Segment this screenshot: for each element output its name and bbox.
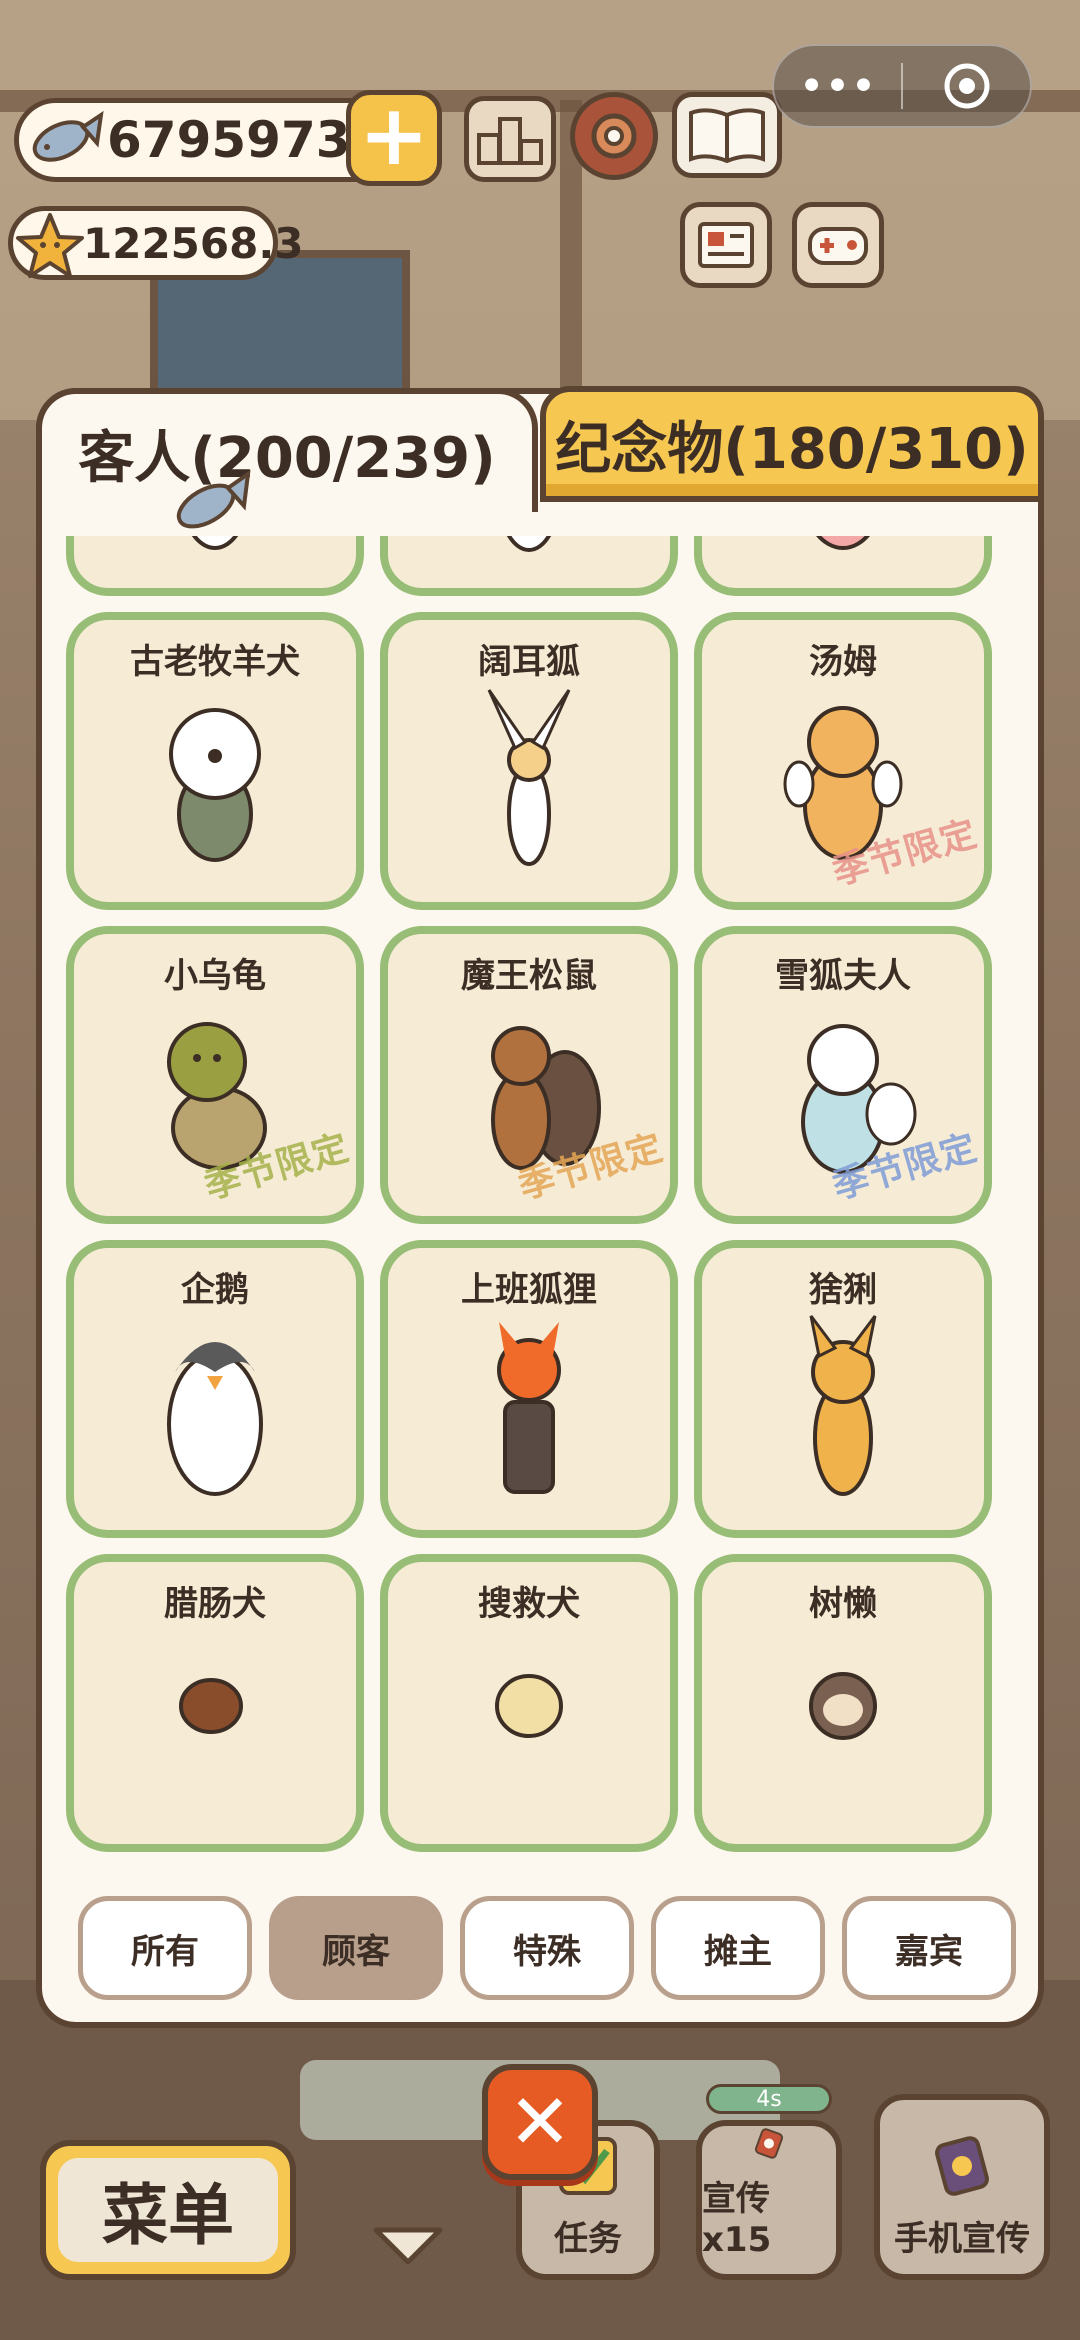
filter-button[interactable]: 所有 bbox=[78, 1896, 252, 2000]
tab-guests[interactable]: 客人(200/239) bbox=[36, 388, 538, 512]
filter-button[interactable]: 特殊 bbox=[460, 1896, 634, 2000]
phone-promo-label: 手机宣传 bbox=[894, 2219, 1030, 2259]
fish-icon bbox=[176, 470, 251, 529]
guest-card[interactable]: 小乌龟 季节限定 bbox=[66, 926, 364, 1224]
guidebook-button[interactable] bbox=[672, 92, 782, 178]
guest-name: 企鹅 bbox=[181, 1270, 249, 1310]
guest-name: 树懒 bbox=[809, 1584, 877, 1624]
star-currency-counter: 122568.3 bbox=[8, 206, 304, 280]
guest-portrait bbox=[169, 708, 261, 862]
guest-name: 上班狐狸 bbox=[461, 1270, 597, 1310]
guest-card[interactable]: 三花柯基 bbox=[380, 536, 678, 596]
close-icon: ✕ bbox=[508, 2077, 572, 2166]
close-panel-button[interactable]: ✕ bbox=[482, 2064, 598, 2180]
more-dots-icon: ••• bbox=[798, 60, 877, 112]
guest-card[interactable]: 阔耳狐 bbox=[380, 612, 678, 910]
guest-name: 搜救犬 bbox=[478, 1584, 580, 1624]
guest-card[interactable]: 企鹅 bbox=[66, 1240, 364, 1538]
guest-portrait bbox=[167, 1342, 263, 1496]
newspaper-icon bbox=[698, 222, 754, 268]
promo-timer: 4s bbox=[706, 2084, 832, 2114]
guest-portrait bbox=[506, 536, 552, 552]
phone-promo-icon bbox=[935, 2136, 989, 2196]
guest-name: 汤姆 bbox=[809, 642, 877, 682]
fish-count: 6795973 bbox=[107, 111, 351, 169]
guest-portrait bbox=[495, 1674, 563, 1738]
tab-guests-label: 客人(200/239) bbox=[78, 425, 496, 491]
more-options-button[interactable]: ••• bbox=[774, 46, 901, 126]
guest-card[interactable]: 猪 bbox=[694, 536, 992, 596]
guest-card[interactable]: 上班狐狸 bbox=[380, 1240, 678, 1538]
category-filter-bar: 所有 顾客 特殊 摊主 嘉宾 bbox=[78, 1896, 1016, 2000]
star-icon bbox=[16, 213, 84, 278]
promo-label: 宣传x15 bbox=[702, 2179, 772, 2260]
guest-portrait bbox=[497, 1322, 561, 1494]
guest-card[interactable]: 树懒 bbox=[694, 1554, 992, 1852]
menu-button[interactable]: 菜单 bbox=[40, 2140, 296, 2280]
task-label: 任务 bbox=[554, 2219, 622, 2259]
guest-name: 腊肠犬 bbox=[164, 1584, 266, 1624]
guest-name: 阔耳狐 bbox=[478, 642, 580, 682]
gamepad-icon bbox=[808, 227, 868, 265]
gear-icon bbox=[591, 113, 637, 159]
guest-card[interactable]: 古老牧羊犬 bbox=[66, 612, 364, 910]
tab-souvenirs[interactable]: 纪念物(180/310) bbox=[540, 386, 1044, 502]
news-button[interactable] bbox=[680, 202, 772, 288]
filter-button[interactable]: 嘉宾 bbox=[842, 1896, 1016, 2000]
filter-button[interactable]: 摊主 bbox=[651, 1896, 825, 2000]
star-count: 122568.3 bbox=[83, 218, 304, 268]
podium-icon bbox=[477, 117, 543, 165]
close-miniprogram-button[interactable] bbox=[903, 46, 1030, 126]
guest-name: 古老牧羊犬 bbox=[130, 642, 300, 682]
promo-card-icon bbox=[754, 2128, 784, 2159]
fish-icon bbox=[32, 110, 104, 162]
chevron-down-icon[interactable] bbox=[368, 2222, 448, 2270]
guest-card[interactable]: 腊肠犬 bbox=[66, 1554, 364, 1852]
book-icon bbox=[689, 108, 765, 164]
target-icon bbox=[944, 63, 989, 109]
guest-name: 猞猁 bbox=[809, 1270, 877, 1310]
guest-name: 小乌龟 bbox=[164, 956, 266, 996]
add-currency-button[interactable]: + bbox=[346, 90, 442, 186]
promo-button[interactable]: 宣传x15 bbox=[696, 2120, 842, 2280]
guest-card[interactable]: 猞猁 bbox=[694, 1240, 992, 1538]
miniprogram-capsule: ••• bbox=[772, 44, 1032, 128]
settings-button[interactable] bbox=[570, 92, 658, 180]
guest-card[interactable]: 汤姆 季节限定 bbox=[694, 612, 992, 910]
ranking-button[interactable] bbox=[464, 96, 556, 182]
filter-button[interactable]: 顾客 bbox=[269, 1896, 443, 2000]
tab-souvenirs-label: 纪念物(180/310) bbox=[555, 416, 1029, 482]
guest-name: 魔王松鼠 bbox=[461, 956, 597, 996]
minigame-button[interactable] bbox=[792, 202, 884, 288]
guest-card[interactable]: 雪狐夫人 季节限定 bbox=[694, 926, 992, 1224]
guest-portrait bbox=[487, 689, 571, 866]
plus-icon: + bbox=[358, 86, 430, 184]
guest-portrait bbox=[179, 1678, 243, 1734]
guest-grid-viewport[interactable]: 哈士奇三花柯基猪古老牧羊犬阔耳狐汤姆季节限定小乌龟季节限定魔王松鼠季节限定雪狐夫… bbox=[66, 536, 1014, 1886]
guest-card[interactable]: 哈士奇 bbox=[66, 536, 364, 596]
phone-promo-button[interactable]: 手机宣传 bbox=[874, 2094, 1050, 2280]
menu-label: 菜单 bbox=[58, 2158, 278, 2262]
guest-portrait bbox=[809, 1315, 877, 1496]
guest-name: 雪狐夫人 bbox=[775, 956, 911, 996]
promo-timer-text: 4s bbox=[756, 2086, 782, 2112]
guest-grid: 哈士奇三花柯基猪古老牧羊犬阔耳狐汤姆季节限定小乌龟季节限定魔王松鼠季节限定雪狐夫… bbox=[66, 536, 992, 1852]
guest-card[interactable]: 魔王松鼠 季节限定 bbox=[380, 926, 678, 1224]
guest-portrait bbox=[816, 536, 870, 550]
guest-portrait bbox=[809, 1672, 877, 1740]
guest-card[interactable]: 搜救犬 bbox=[380, 1554, 678, 1852]
